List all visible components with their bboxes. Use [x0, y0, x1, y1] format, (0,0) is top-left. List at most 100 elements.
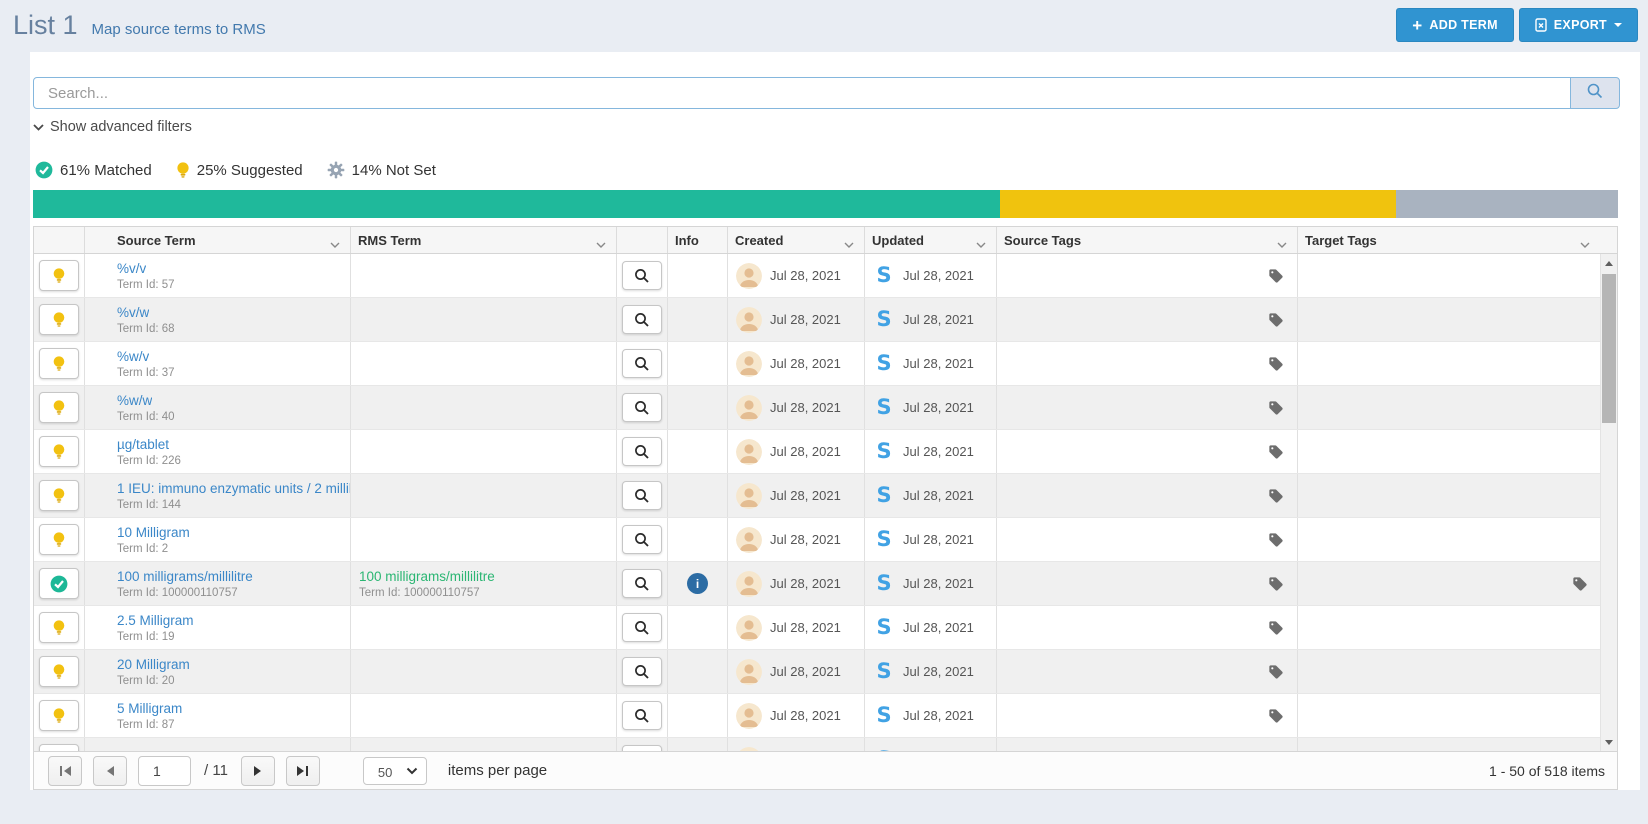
source-term-link[interactable]: 1 IEU: immuno enzymatic units / 2 millil… [117, 481, 350, 496]
rms-term-cell [351, 298, 617, 341]
updated-cell: S Jul 28, 2021 [865, 298, 997, 341]
tag-icon[interactable] [1572, 576, 1588, 592]
tag-icon[interactable] [1268, 268, 1284, 284]
tag-icon[interactable] [1268, 532, 1284, 548]
source-term-link[interactable]: µg/tablet [117, 437, 169, 452]
table-row[interactable]: %v/v Term Id: 57 i Jul 28, 2021 S Jul 28… [34, 254, 1600, 298]
source-term-link[interactable]: 2.5 Milligram [117, 613, 194, 628]
source-term-link[interactable]: %v/v [117, 261, 146, 276]
source-term-link[interactable]: 100 milligrams/millilitre [117, 569, 253, 584]
source-term-link[interactable]: 5 Milligram [117, 701, 182, 716]
source-term-link[interactable]: %w/w [117, 393, 152, 408]
status-button[interactable] [39, 524, 79, 555]
user-avatar-icon [736, 570, 762, 597]
tag-icon[interactable] [1268, 356, 1284, 372]
status-button[interactable] [39, 436, 79, 467]
tag-icon[interactable] [1268, 576, 1284, 592]
status-button[interactable] [39, 480, 79, 511]
scroll-up-arrow[interactable] [1601, 255, 1617, 271]
lookup-button[interactable] [622, 701, 662, 730]
previous-page-button[interactable] [93, 755, 127, 786]
status-button[interactable] [39, 348, 79, 379]
header-rms-term[interactable]: RMS Term [351, 227, 617, 253]
source-term-id: Term Id: 226 [117, 454, 181, 467]
source-term-link[interactable]: 10 Milligram [117, 525, 190, 540]
last-page-button[interactable] [285, 755, 320, 786]
status-button[interactable] [39, 260, 79, 291]
source-term-link[interactable]: 20 Milligram [117, 657, 190, 672]
lightbulb-icon [53, 444, 65, 459]
search-input[interactable] [33, 77, 1571, 109]
header-created[interactable]: Created [728, 227, 865, 253]
created-cell: Jul 28, 2021 [728, 650, 865, 693]
table-row[interactable]: %v/w Term Id: 68 i Jul 28, 2021 S Jul 28… [34, 298, 1600, 342]
table-row[interactable]: %w/w Term Id: 40 i Jul 28, 2021 S Jul 28… [34, 386, 1600, 430]
tag-icon[interactable] [1268, 400, 1284, 416]
lookup-button[interactable] [622, 481, 662, 510]
chevron-down-icon[interactable] [596, 237, 606, 252]
search-button[interactable] [1570, 77, 1620, 109]
status-button[interactable] [39, 656, 79, 687]
tag-icon[interactable] [1268, 444, 1284, 460]
source-term-link[interactable]: %w/v [117, 349, 149, 364]
lookup-button[interactable] [622, 349, 662, 378]
created-date: Jul 28, 2021 [770, 576, 841, 591]
status-button[interactable] [39, 612, 79, 643]
lookup-button[interactable] [622, 525, 662, 554]
status-button[interactable] [39, 392, 79, 423]
table-row[interactable]: 5 Milligram Term Id: 87 i Jul 28, 2021 S… [34, 694, 1600, 738]
table-row[interactable]: i S [34, 738, 1600, 751]
tag-icon[interactable] [1268, 488, 1284, 504]
scrollbar-thumb[interactable] [1602, 274, 1616, 423]
chevron-down-icon[interactable] [1277, 237, 1287, 252]
lookup-button[interactable] [622, 613, 662, 642]
table-row[interactable]: 100 milligrams/millilitre Term Id: 10000… [34, 562, 1600, 606]
lookup-button[interactable] [622, 657, 662, 686]
info-icon[interactable]: i [687, 573, 708, 594]
header-updated[interactable]: Updated [865, 227, 997, 253]
lightbulb-icon [53, 532, 65, 547]
header-target-tags[interactable]: Target Tags [1298, 227, 1600, 253]
chevron-down-icon[interactable] [1580, 237, 1590, 252]
source-term-link[interactable]: %v/w [117, 305, 149, 320]
status-button[interactable] [39, 568, 79, 599]
target-tags-cell [1298, 430, 1600, 473]
table-row[interactable]: 1 IEU: immuno enzymatic units / 2 millil… [34, 474, 1600, 518]
header-source-tags[interactable]: Source Tags [997, 227, 1298, 253]
tag-icon[interactable] [1268, 664, 1284, 680]
status-button[interactable] [39, 744, 79, 751]
lookup-button[interactable] [622, 261, 662, 290]
tag-icon[interactable] [1268, 620, 1284, 636]
table-row[interactable]: %w/v Term Id: 37 i Jul 28, 2021 S Jul 28… [34, 342, 1600, 386]
add-term-button[interactable]: + ADD TERM [1396, 8, 1514, 42]
lookup-button[interactable] [622, 569, 662, 598]
first-page-button[interactable] [48, 755, 82, 786]
created-date: Jul 28, 2021 [770, 708, 841, 723]
lookup-button[interactable] [622, 437, 662, 466]
export-button[interactable]: EXPORT [1518, 8, 1638, 42]
lookup-button[interactable] [622, 305, 662, 334]
table-row[interactable]: 20 Milligram Term Id: 20 i Jul 28, 2021 … [34, 650, 1600, 694]
table-row[interactable]: 10 Milligram Term Id: 2 i Jul 28, 2021 S… [34, 518, 1600, 562]
show-advanced-filters-toggle[interactable]: Show advanced filters [33, 119, 192, 135]
chevron-down-icon[interactable] [844, 237, 854, 252]
status-button[interactable] [39, 700, 79, 731]
tag-icon[interactable] [1268, 312, 1284, 328]
system-logo-icon: S [876, 395, 892, 419]
rms-term-link[interactable]: 100 milligrams/millilitre [359, 569, 495, 584]
vertical-scrollbar[interactable] [1600, 254, 1617, 751]
header-source-term[interactable]: Source Term [85, 227, 351, 253]
chevron-down-icon[interactable] [330, 237, 340, 252]
status-button[interactable] [39, 304, 79, 335]
page-size-select[interactable]: 50 [362, 756, 427, 785]
chevron-down-icon[interactable] [976, 237, 986, 252]
table-row[interactable]: µg/tablet Term Id: 226 i Jul 28, 2021 S … [34, 430, 1600, 474]
table-row[interactable]: 2.5 Milligram Term Id: 19 i Jul 28, 2021… [34, 606, 1600, 650]
created-date: Jul 28, 2021 [770, 488, 841, 503]
lookup-button[interactable] [622, 393, 662, 422]
scroll-down-arrow[interactable] [1601, 734, 1617, 750]
system-logo-icon: S [876, 615, 892, 639]
next-page-button[interactable] [240, 755, 275, 786]
page-number-input[interactable] [138, 755, 191, 786]
tag-icon[interactable] [1268, 708, 1284, 724]
